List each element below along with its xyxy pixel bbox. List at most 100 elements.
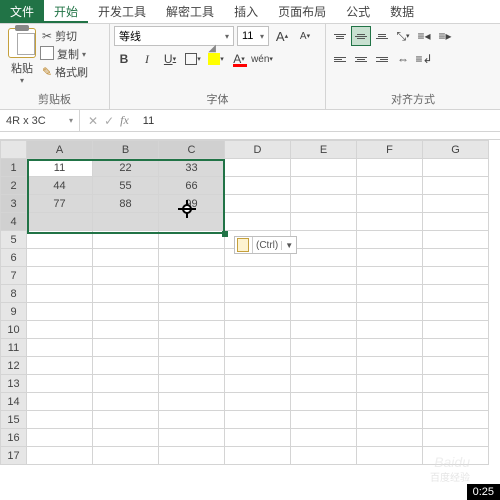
- cell[interactable]: [291, 393, 357, 411]
- underline-button[interactable]: U▾: [160, 49, 180, 69]
- cell[interactable]: [159, 321, 225, 339]
- tab-formula[interactable]: 公式: [336, 0, 380, 23]
- cell[interactable]: 66: [159, 177, 225, 195]
- cell[interactable]: [423, 375, 489, 393]
- cell[interactable]: [93, 447, 159, 465]
- col-header-G[interactable]: G: [423, 141, 489, 159]
- formula-input[interactable]: 11: [137, 115, 500, 127]
- cell[interactable]: [159, 303, 225, 321]
- cell[interactable]: [423, 321, 489, 339]
- cell[interactable]: [225, 429, 291, 447]
- cell[interactable]: [291, 303, 357, 321]
- cell[interactable]: [93, 303, 159, 321]
- cell[interactable]: [225, 375, 291, 393]
- cell[interactable]: [225, 393, 291, 411]
- row-header-8[interactable]: 8: [1, 285, 27, 303]
- cell[interactable]: [357, 411, 423, 429]
- cell[interactable]: [291, 231, 357, 249]
- cell[interactable]: [93, 321, 159, 339]
- col-header-C[interactable]: C: [159, 141, 225, 159]
- tab-layout[interactable]: 页面布局: [268, 0, 336, 23]
- cell[interactable]: [291, 321, 357, 339]
- cell[interactable]: [159, 393, 225, 411]
- row-header-17[interactable]: 17: [1, 447, 27, 465]
- cell[interactable]: [357, 159, 423, 177]
- cell[interactable]: [423, 213, 489, 231]
- cell[interactable]: [225, 411, 291, 429]
- cell[interactable]: [291, 195, 357, 213]
- cell[interactable]: [423, 231, 489, 249]
- cell[interactable]: [357, 375, 423, 393]
- cell[interactable]: 44: [27, 177, 93, 195]
- cell[interactable]: [225, 303, 291, 321]
- col-header-E[interactable]: E: [291, 141, 357, 159]
- cell[interactable]: [357, 429, 423, 447]
- cell[interactable]: [27, 357, 93, 375]
- cell[interactable]: [423, 159, 489, 177]
- cell[interactable]: 11: [27, 159, 93, 177]
- row-header-5[interactable]: 5: [1, 231, 27, 249]
- font-color-button[interactable]: A▾: [229, 49, 249, 69]
- cell[interactable]: [423, 411, 489, 429]
- cell[interactable]: [357, 213, 423, 231]
- cell[interactable]: [93, 213, 159, 231]
- row-header-12[interactable]: 12: [1, 357, 27, 375]
- bold-button[interactable]: B: [114, 49, 134, 69]
- cell[interactable]: [291, 375, 357, 393]
- cell[interactable]: [357, 393, 423, 411]
- cell[interactable]: [291, 267, 357, 285]
- row-header-16[interactable]: 16: [1, 429, 27, 447]
- cell[interactable]: [291, 249, 357, 267]
- cell[interactable]: [93, 267, 159, 285]
- italic-button[interactable]: I: [137, 49, 157, 69]
- cell[interactable]: [159, 213, 225, 231]
- cell[interactable]: 88: [93, 195, 159, 213]
- cell[interactable]: [291, 447, 357, 465]
- cell[interactable]: [291, 339, 357, 357]
- cell[interactable]: [423, 393, 489, 411]
- font-name-select[interactable]: 等线▾: [114, 26, 234, 46]
- fill-handle[interactable]: [222, 231, 228, 237]
- orientation-button[interactable]: ⤡▾: [393, 26, 413, 46]
- cancel-formula-icon[interactable]: ✕: [88, 114, 98, 128]
- cell[interactable]: [159, 249, 225, 267]
- cell[interactable]: [225, 195, 291, 213]
- decrease-indent-button[interactable]: ≡◂: [414, 26, 434, 46]
- row-header-14[interactable]: 14: [1, 393, 27, 411]
- cell[interactable]: [27, 267, 93, 285]
- cell[interactable]: [93, 411, 159, 429]
- cell[interactable]: [27, 375, 93, 393]
- row-header-2[interactable]: 2: [1, 177, 27, 195]
- align-middle-button[interactable]: [351, 26, 371, 46]
- tab-home[interactable]: 开始: [44, 0, 88, 23]
- tab-data[interactable]: 数据: [380, 0, 424, 23]
- cell[interactable]: [357, 195, 423, 213]
- cell[interactable]: [159, 447, 225, 465]
- cell[interactable]: 99: [159, 195, 225, 213]
- tab-decrypt[interactable]: 解密工具: [156, 0, 224, 23]
- cell[interactable]: [357, 321, 423, 339]
- merge-button[interactable]: ⇔: [393, 49, 413, 69]
- cut-button[interactable]: ✂剪切: [42, 28, 88, 44]
- cell[interactable]: [93, 285, 159, 303]
- cell[interactable]: [27, 411, 93, 429]
- cell[interactable]: 77: [27, 195, 93, 213]
- col-header-F[interactable]: F: [357, 141, 423, 159]
- cell[interactable]: [159, 357, 225, 375]
- phonetic-guide-button[interactable]: wén▾: [252, 49, 272, 69]
- cell[interactable]: [423, 429, 489, 447]
- cell[interactable]: [291, 411, 357, 429]
- row-header-11[interactable]: 11: [1, 339, 27, 357]
- cell[interactable]: [291, 429, 357, 447]
- row-header-7[interactable]: 7: [1, 267, 27, 285]
- cell[interactable]: [159, 285, 225, 303]
- row-header-15[interactable]: 15: [1, 411, 27, 429]
- cell[interactable]: [357, 357, 423, 375]
- cell[interactable]: [225, 177, 291, 195]
- cell[interactable]: [27, 285, 93, 303]
- row-header-9[interactable]: 9: [1, 303, 27, 321]
- cell[interactable]: [357, 177, 423, 195]
- cell[interactable]: 22: [93, 159, 159, 177]
- cell[interactable]: 55: [93, 177, 159, 195]
- cell[interactable]: [159, 339, 225, 357]
